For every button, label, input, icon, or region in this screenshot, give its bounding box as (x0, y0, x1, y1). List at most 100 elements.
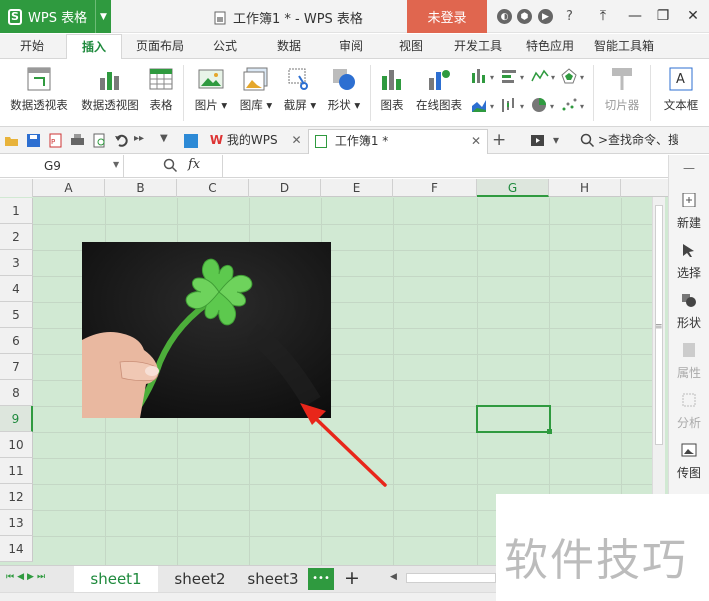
close-icon[interactable]: ✕ (291, 133, 301, 147)
chevron-down-icon[interactable]: ▼ (160, 133, 175, 148)
add-tab-icon[interactable]: + (492, 130, 507, 150)
scroll-left-icon[interactable]: ◀ (390, 572, 397, 582)
print-preview-icon[interactable] (92, 133, 107, 148)
row-header[interactable]: 7 (0, 354, 33, 380)
tab-home[interactable]: 开始 (10, 34, 54, 59)
tab-review[interactable]: 审阅 (328, 34, 374, 59)
row-header[interactable]: 14 (0, 536, 33, 562)
radar-chart-icon[interactable]: ▾ (560, 67, 590, 85)
formula-input[interactable] (222, 155, 668, 177)
row-header-selected[interactable]: 9 (0, 406, 33, 432)
play-icon[interactable] (530, 133, 545, 148)
line-chart-icon[interactable]: ▾ (530, 67, 560, 85)
screenshot-button[interactable]: 截屏 ▾ (280, 66, 320, 113)
sidebar-item-upload-image[interactable]: 传图 (669, 443, 709, 481)
select-all-corner[interactable] (0, 179, 33, 197)
picture-button[interactable]: 图片 ▾ (190, 66, 232, 113)
column-header[interactable]: A (33, 179, 105, 197)
name-box[interactable]: G9 (0, 155, 124, 177)
sidebar-item-properties[interactable]: 属性 (669, 343, 709, 381)
column-header[interactable]: C (177, 179, 249, 197)
more-icon[interactable]: ▸▸ (134, 133, 149, 148)
row-header[interactable]: 5 (0, 302, 33, 328)
skin-icon[interactable]: ◐ (497, 9, 512, 24)
column-header[interactable]: H (549, 179, 621, 197)
column-chart-icon[interactable]: ▾ (470, 67, 500, 85)
row-header[interactable]: 12 (0, 484, 33, 510)
tab-insert[interactable]: 插入 (66, 34, 122, 60)
tab-special[interactable]: 特色应用 (520, 34, 580, 59)
close-icon[interactable]: ✕ (682, 6, 704, 26)
sheet-nav-icons[interactable]: ⏮◀▶⏭ (6, 572, 48, 582)
add-sheet-icon[interactable]: + (344, 567, 360, 589)
column-header[interactable]: F (393, 179, 477, 197)
command-search-input[interactable]: >查找命令、搜索... (598, 131, 678, 156)
column-header[interactable] (621, 179, 668, 197)
pivot-table-button[interactable]: 数据透视表 (6, 66, 72, 113)
column-header[interactable]: E (321, 179, 393, 197)
pivot-chart-button[interactable]: 数据透视图 (77, 66, 143, 113)
fx-icon[interactable]: fx (188, 157, 200, 172)
login-button[interactable]: 未登录 (407, 0, 487, 33)
row-header[interactable]: 8 (0, 380, 33, 406)
help-icon[interactable]: ? (562, 9, 577, 24)
row-header[interactable]: 6 (0, 328, 33, 354)
scatter-chart-icon[interactable]: ▾ (560, 96, 590, 114)
bar-chart-icon[interactable]: ▾ (500, 67, 530, 85)
online-chart-button[interactable]: 在线图表 (412, 66, 466, 113)
area-chart-icon[interactable]: ▾ (470, 96, 500, 114)
row-header[interactable]: 2 (0, 224, 33, 250)
sheet-tab[interactable]: sheet3 (240, 566, 306, 592)
table-button[interactable]: 表格 (145, 66, 177, 113)
search-icon[interactable] (580, 133, 595, 148)
print-icon[interactable] (70, 133, 85, 148)
sidebar-item-select[interactable]: 选择 (669, 243, 709, 281)
inserted-picture[interactable] (82, 242, 331, 418)
gallery-button[interactable]: 图库 ▾ (236, 66, 276, 113)
row-header[interactable]: 13 (0, 510, 33, 536)
row-header[interactable]: 3 (0, 250, 33, 276)
zoom-icon[interactable] (163, 158, 178, 176)
save-icon[interactable] (26, 133, 41, 148)
minimize-icon[interactable]: — (624, 6, 646, 26)
feedback-icon[interactable]: ▶ (538, 9, 553, 24)
collapse-icon[interactable]: — (683, 161, 695, 175)
pin-icon[interactable]: ⤒ (592, 6, 614, 26)
share-icon[interactable]: ▾ (553, 133, 568, 148)
tab-mywps[interactable]: W 我的WPS ✕ (180, 129, 305, 154)
tab-smart-tools[interactable]: 智能工具箱 (590, 34, 658, 59)
shape-button[interactable]: 形状 ▾ (323, 66, 365, 113)
chevron-down-icon[interactable]: ▼ (113, 160, 119, 169)
pie-chart-icon[interactable]: ▾ (530, 96, 560, 114)
export-pdf-icon[interactable]: P (48, 133, 63, 148)
row-header[interactable]: 10 (0, 432, 33, 458)
selected-cell[interactable] (476, 405, 551, 433)
row-header[interactable]: 1 (0, 198, 33, 224)
stock-chart-icon[interactable]: ▾ (500, 96, 530, 114)
more-sheets-button[interactable]: ••• (308, 568, 334, 590)
column-header-selected[interactable]: G (477, 179, 549, 197)
textbox-button[interactable]: A 文本框 (657, 66, 705, 113)
fill-handle[interactable] (547, 429, 552, 434)
tab-view[interactable]: 视图 (388, 34, 434, 59)
column-header[interactable]: D (249, 179, 321, 197)
tab-workbook[interactable]: 工作簿1 * ✕ (308, 129, 488, 154)
row-header[interactable]: 4 (0, 276, 33, 302)
tab-page-layout[interactable]: 页面布局 (130, 34, 190, 59)
close-icon[interactable]: ✕ (471, 130, 481, 153)
horizontal-scrollbar[interactable] (406, 573, 496, 583)
sidebar-item-shape[interactable]: 形状 (669, 293, 709, 331)
tab-data[interactable]: 数据 (266, 34, 312, 59)
chevron-down-icon[interactable]: ▼ (95, 0, 111, 33)
sheet-tab-active[interactable]: sheet1 (74, 566, 158, 592)
row-header[interactable]: 11 (0, 458, 33, 484)
sidebar-item-new[interactable]: 新建 (669, 192, 709, 231)
column-header[interactable]: B (105, 179, 177, 197)
sidebar-item-analysis[interactable]: 分析 (669, 393, 709, 431)
sheet-tab[interactable]: sheet2 (164, 566, 236, 592)
tab-formulas[interactable]: 公式 (202, 34, 248, 59)
tab-developer[interactable]: 开发工具 (448, 34, 508, 59)
undo-icon[interactable] (114, 133, 129, 148)
open-folder-icon[interactable] (4, 133, 19, 148)
app-menu-button[interactable]: S WPS 表格 ▼ (0, 0, 111, 33)
